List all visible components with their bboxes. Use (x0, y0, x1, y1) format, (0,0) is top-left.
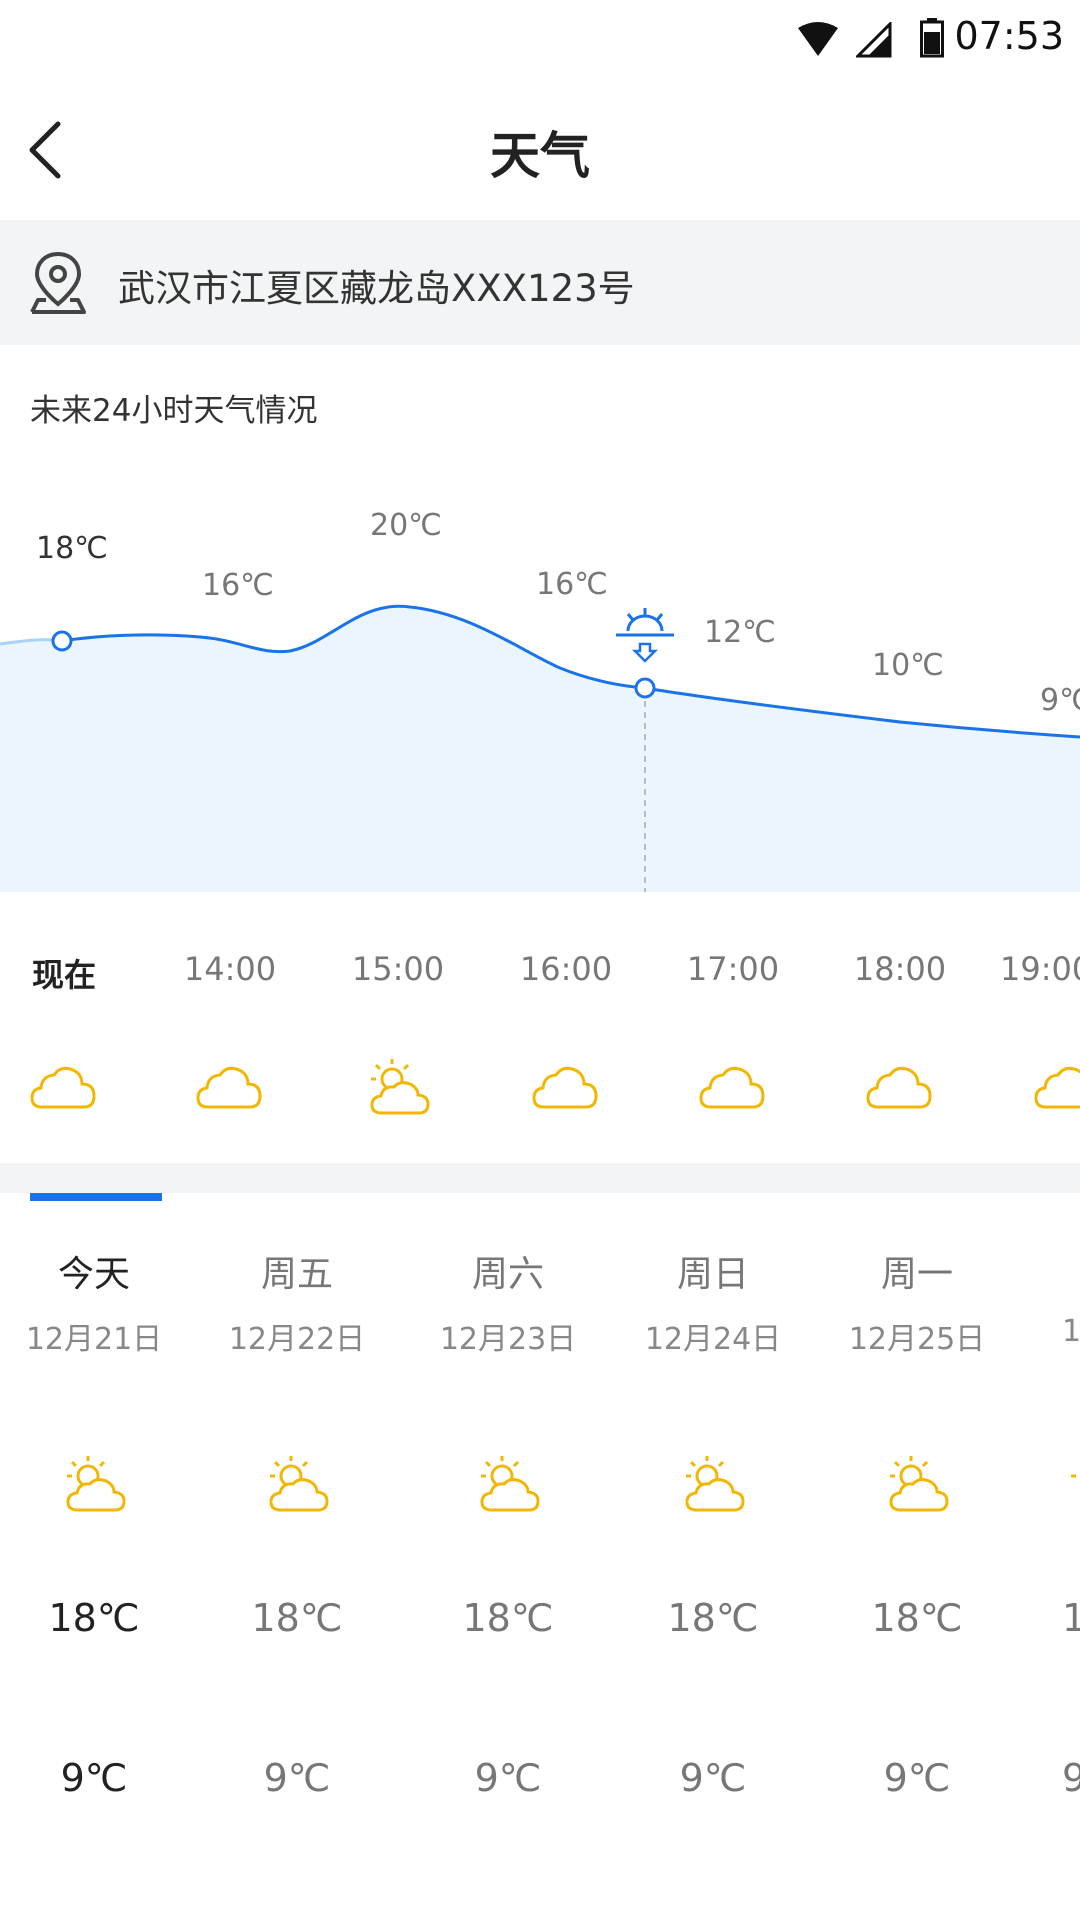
day-low-temp: 9℃ (263, 1756, 331, 1800)
day-high-temp: 18℃ (871, 1596, 963, 1640)
hour-label-17: 17:00 (686, 950, 780, 988)
status-time: 07:53 (954, 14, 1064, 58)
hour-label-19: 19:00 (1000, 950, 1080, 988)
temp-label-now: 18℃ (36, 531, 108, 566)
day-date: 1 (1062, 1314, 1080, 1349)
hour-label-now: 现在 (31, 956, 96, 994)
status-bar: 07:53 (0, 0, 1080, 80)
section-divider (0, 1163, 1080, 1193)
signal-icon (856, 22, 892, 58)
hour-label-18: 18:00 (853, 950, 947, 988)
battery-icon (920, 18, 944, 58)
cloud-icon (30, 1066, 96, 1109)
cloud-icon (196, 1066, 262, 1109)
wifi-icon (798, 22, 838, 56)
day-date: 12月22日 (228, 1322, 366, 1357)
hourly-temp-svg: 18℃ 16℃ 20℃ 16℃ 12℃ 10℃ 9℃ (0, 508, 1080, 892)
day-low-temp: 9℃ (883, 1756, 951, 1800)
partly-sunny-icon (66, 1456, 126, 1512)
day-low-temp: 9 (1062, 1756, 1080, 1800)
day-column-today[interactable]: 今天 12月21日 18℃ 9℃ (0, 1250, 194, 1806)
day-low-temp: 9℃ (474, 1756, 542, 1800)
temp-label-17: 12℃ (704, 615, 776, 650)
day-column-partial[interactable]: 1 1 9 (1062, 1250, 1080, 1806)
now-point (51, 630, 73, 652)
day-name: 今天 (57, 1254, 130, 1295)
day-tab-indicator (30, 1193, 162, 1201)
cloud-icon (866, 1066, 932, 1109)
nav-bar: 天气 (0, 80, 1080, 220)
day-column[interactable]: 周日 12月24日 18℃ 9℃ (613, 1250, 813, 1806)
temp-label-14: 16℃ (202, 568, 274, 603)
partly-sunny-icon (480, 1456, 540, 1512)
address-text: 武汉市江夏区藏龙岛XXX123号 (118, 267, 635, 310)
location-pin-icon (30, 251, 86, 314)
day-column[interactable]: 周六 12月23日 18℃ 9℃ (408, 1250, 608, 1806)
day-date: 12月23日 (439, 1322, 577, 1357)
temp-label-15: 20℃ (370, 508, 442, 543)
day-low-temp: 9℃ (60, 1756, 128, 1800)
day-high-temp: 18℃ (251, 1596, 343, 1640)
address-bar[interactable]: 武汉市江夏区藏龙岛XXX123号 (0, 220, 1080, 345)
day-date: 12月21日 (25, 1322, 163, 1357)
daily-forecast: 今天 12月21日 18℃ 9℃ 周五 12月22日 18℃ 9℃ 周六 12月… (0, 1250, 1080, 1850)
temp-label-18: 10℃ (872, 648, 944, 683)
day-name: 周六 (471, 1254, 544, 1295)
day-name (1062, 1250, 1080, 1300)
cloud-icon (532, 1066, 598, 1109)
partly-sunny-icon (685, 1456, 745, 1512)
day-high-temp: 18℃ (48, 1596, 140, 1640)
sunset-point (634, 677, 656, 699)
temp-label-19: 9℃ (1040, 683, 1080, 718)
cloud-icon (1034, 1066, 1080, 1109)
page-title: 天气 (490, 127, 590, 185)
temp-label-16: 16℃ (536, 567, 608, 602)
day-high-temp: 1 (1062, 1596, 1080, 1640)
day-high-temp: 18℃ (667, 1596, 759, 1640)
day-date: 12月25日 (848, 1322, 986, 1357)
hour-label-16: 16:00 (519, 950, 613, 988)
weather-page: 07:53 天气 武汉市江夏区藏龙岛XXX123号 未来24小时天气情况 18℃… (0, 0, 1080, 1920)
hour-label-15: 15:00 (351, 950, 445, 988)
day-column[interactable]: 周一 12月25日 18℃ 9℃ (817, 1250, 1017, 1806)
cloud-icon (699, 1066, 765, 1109)
partly-sunny-icon (889, 1456, 949, 1512)
day-name: 周一 (880, 1254, 953, 1295)
day-high-temp: 18℃ (462, 1596, 554, 1640)
hour-icons-row (0, 1055, 1080, 1135)
hour-labels-row: 现在 14:00 15:00 16:00 17:00 18:00 19:00 (0, 950, 1080, 1000)
hourly-section-title: 未来24小时天气情况 (30, 393, 318, 429)
sunset-icon (616, 608, 674, 663)
partly-sunny-icon (1071, 1474, 1076, 1478)
day-low-temp: 9℃ (679, 1756, 747, 1800)
partly-sunny-icon (370, 1059, 430, 1115)
day-name: 周五 (260, 1254, 333, 1295)
day-name: 周日 (676, 1254, 749, 1295)
day-column[interactable]: 周五 12月22日 18℃ 9℃ (197, 1250, 397, 1806)
hourly-temp-chart[interactable]: 18℃ 16℃ 20℃ 16℃ 12℃ 10℃ 9℃ (0, 480, 1080, 900)
hour-label-14: 14:00 (183, 950, 277, 988)
partly-sunny-icon (269, 1456, 329, 1512)
day-date: 12月24日 (644, 1322, 782, 1357)
